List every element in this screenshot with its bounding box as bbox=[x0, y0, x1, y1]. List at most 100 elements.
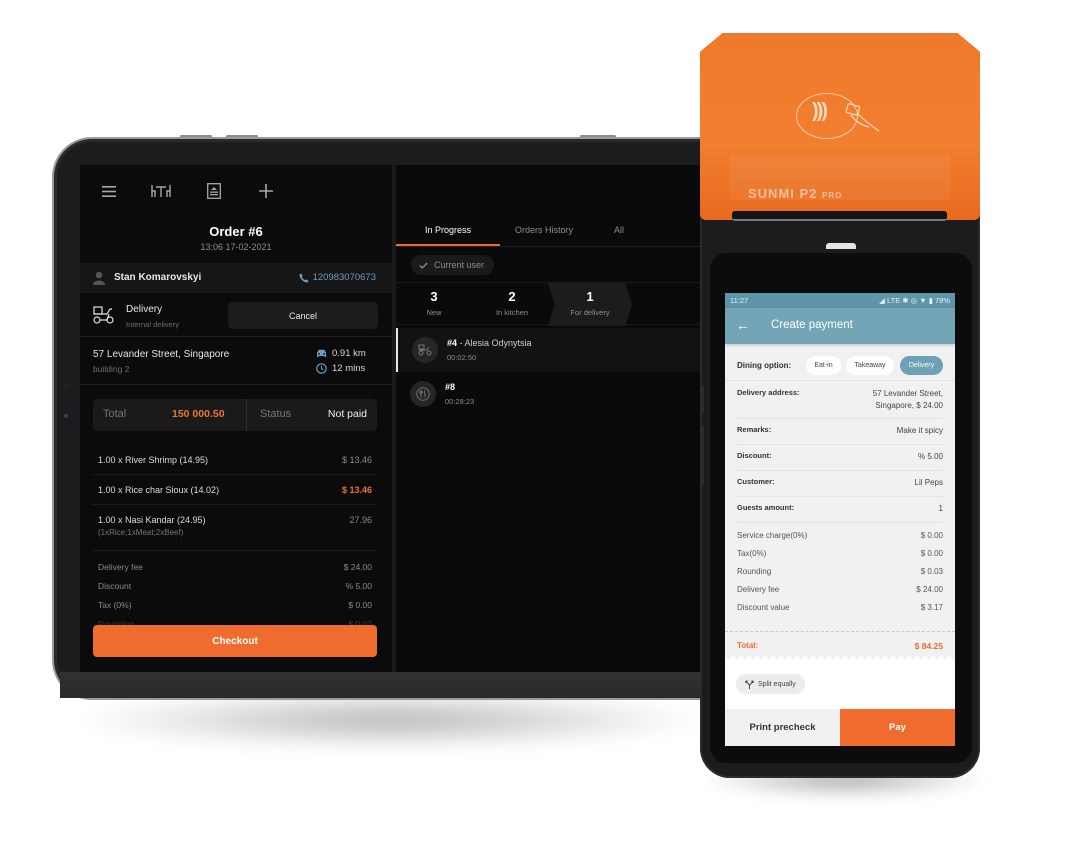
order-detail-pane: Order #6 13:06 17-02-2021 Stan Komarovsk… bbox=[80, 165, 392, 672]
delivery-row: Delivery Internal delivery Cancel bbox=[80, 295, 392, 337]
summary-row: Tax (0%) $ 0.00 bbox=[93, 597, 377, 616]
cancel-button[interactable]: Cancel bbox=[228, 302, 378, 329]
add-icon[interactable] bbox=[255, 181, 277, 201]
order-item[interactable]: 1.00 x Rice char Sioux (14.02) $ 13.46 bbox=[93, 475, 377, 505]
step-count: 2 bbox=[508, 289, 516, 304]
calc-label: Tax(0%) bbox=[737, 549, 767, 558]
customer-phone[interactable]: 120983070673 bbox=[299, 272, 376, 283]
summary-value: % 5.00 bbox=[345, 581, 372, 591]
receipt-edge bbox=[725, 656, 955, 664]
tables-icon[interactable] bbox=[150, 181, 172, 201]
eta-value: 12 mins bbox=[332, 363, 366, 374]
pos-notch bbox=[826, 243, 856, 249]
dining-option-takeaway[interactable]: Takeaway bbox=[846, 356, 894, 375]
order-number-text: #4 bbox=[447, 338, 458, 348]
orders-tabs: In Progress Orders History All bbox=[396, 215, 720, 247]
dining-option-eat-in[interactable]: Eat-in bbox=[806, 356, 841, 375]
order-item[interactable]: 1.00 x River Shrimp (14.95) $ 13.46 bbox=[93, 445, 377, 475]
order-datetime: 13:06 17-02-2021 bbox=[200, 242, 272, 252]
distance: 0.91 km bbox=[316, 348, 366, 359]
pos-brand: SUNMI P2 PRO bbox=[748, 186, 842, 201]
checkout-button[interactable]: Checkout bbox=[93, 625, 377, 657]
tab-in-progress[interactable]: In Progress bbox=[425, 225, 471, 235]
split-label: Split equally bbox=[758, 680, 796, 688]
step-label: New bbox=[426, 308, 442, 317]
android-status-bar: 11:27 ◢ LTE ✱ ◎ ▼ ▮ 78% bbox=[725, 293, 955, 308]
split-icon bbox=[745, 680, 754, 689]
dining-option-delivery[interactable]: Delivery bbox=[900, 356, 943, 375]
calc-value: $ 0.03 bbox=[920, 567, 943, 576]
delivery-scooter-icon bbox=[412, 337, 438, 363]
step-new[interactable]: 3 New bbox=[396, 283, 472, 326]
detail-row-customer: Customer: Lil Peps bbox=[737, 471, 943, 497]
detail-label: Discount: bbox=[737, 451, 772, 460]
nfc-waves-icon: ))) bbox=[812, 100, 828, 122]
active-tab-indicator bbox=[396, 244, 500, 246]
total-status-box: Total 150 000.50 Status Not paid bbox=[93, 399, 377, 431]
summary-row: Delivery fee $ 24.00 bbox=[93, 559, 377, 578]
menu-icon[interactable] bbox=[98, 181, 120, 201]
split-equally-button[interactable]: Split equally bbox=[736, 674, 805, 694]
item-name: 1.00 x River Shrimp (14.95) bbox=[98, 455, 209, 465]
summary-label: Delivery fee bbox=[98, 562, 143, 572]
distance-value: 0.91 km bbox=[332, 348, 366, 359]
current-user-filter[interactable]: Current user bbox=[411, 255, 495, 275]
back-arrow-icon[interactable]: ← bbox=[736, 317, 750, 333]
app-bar: ← Create payment bbox=[725, 308, 955, 344]
total-value: 150 000.50 bbox=[172, 408, 225, 420]
item-price: 27.96 bbox=[349, 515, 372, 525]
order-status-steps: 3 New 2 In kitchen 1 For delivery bbox=[396, 282, 720, 326]
order-item[interactable]: 1.00 x Nasi Kandar (24.95) (1xRice;1xMea… bbox=[93, 505, 377, 551]
detail-value: Lil Peps bbox=[914, 478, 943, 487]
item-name: 1.00 x Rice char Sioux (14.02) bbox=[98, 485, 220, 495]
dining-option-row: Dining option: Eat-in Takeaway Delivery bbox=[725, 351, 955, 381]
payment-total-value: $ 84.25 bbox=[914, 641, 943, 651]
calc-label: Delivery fee bbox=[737, 585, 780, 594]
tab-orders-history[interactable]: Orders History bbox=[515, 225, 573, 235]
order-elapsed-time: 00:28:23 bbox=[445, 397, 475, 406]
pos-side-button bbox=[700, 425, 704, 485]
summary-label: Tax (0%) bbox=[98, 600, 132, 610]
user-icon bbox=[93, 271, 105, 285]
summary-row: Discount % 5.00 bbox=[93, 578, 377, 597]
tablet-sensor bbox=[64, 384, 69, 389]
check-icon bbox=[419, 262, 428, 269]
detail-value: 57 Levander Street, Singapore, $ 24.00 bbox=[873, 388, 943, 412]
calc-value: $ 24.00 bbox=[916, 585, 943, 594]
order-list-item[interactable]: #8 00:28:23 bbox=[396, 372, 720, 416]
receipt-printer-slot bbox=[732, 211, 947, 221]
detail-row-remarks: Remarks: Make it spicy bbox=[737, 419, 943, 445]
delivery-scooter-icon bbox=[93, 306, 114, 324]
orders-pane: In Progress Orders History All Current u… bbox=[396, 165, 720, 672]
calc-row: Rounding $ 0.03 bbox=[737, 564, 943, 582]
total-label: Total bbox=[103, 408, 127, 420]
pay-button[interactable]: Pay bbox=[840, 709, 955, 746]
brand-name: SUNMI P2 bbox=[748, 186, 818, 201]
detail-row-discount: Discount: % 5.00 bbox=[737, 445, 943, 471]
receipt-icon[interactable] bbox=[203, 181, 225, 201]
customer-row[interactable]: Stan Komarovskyi 120983070673 bbox=[80, 263, 392, 293]
detail-label: Guests amount: bbox=[737, 503, 795, 512]
tab-all[interactable]: All bbox=[614, 225, 624, 235]
calc-row: Discount value $ 3.17 bbox=[737, 600, 943, 618]
item-modifiers: (1xRice;1xMeat;2xBeef) bbox=[98, 528, 184, 537]
order-title: Order #6 bbox=[209, 224, 263, 239]
detail-label: Customer: bbox=[737, 477, 775, 486]
brand-suffix: PRO bbox=[822, 191, 843, 200]
filter-label: Current user bbox=[434, 260, 485, 270]
page-title: Create payment bbox=[771, 319, 853, 331]
calc-label: Rounding bbox=[737, 567, 772, 576]
step-label: In kitchen bbox=[495, 308, 529, 317]
payment-total-label: Total: bbox=[737, 641, 759, 650]
detail-label: Delivery address: bbox=[737, 388, 800, 397]
order-items-list: 1.00 x River Shrimp (14.95) $ 13.46 1.00… bbox=[93, 445, 377, 551]
order-list-item[interactable]: #4 - Alesia Odynytsia 00:02:50 bbox=[396, 328, 720, 372]
delivery-type: Delivery bbox=[126, 304, 163, 315]
calc-value: $ 0.00 bbox=[920, 531, 943, 540]
step-in-kitchen[interactable]: 2 In kitchen bbox=[472, 283, 552, 326]
divider bbox=[246, 399, 247, 431]
order-elapsed-time: 00:02:50 bbox=[447, 353, 477, 362]
print-precheck-button[interactable]: Print precheck bbox=[725, 709, 840, 746]
step-for-delivery[interactable]: 1 For delivery bbox=[548, 283, 632, 326]
address-line2: building 2 bbox=[93, 364, 130, 374]
